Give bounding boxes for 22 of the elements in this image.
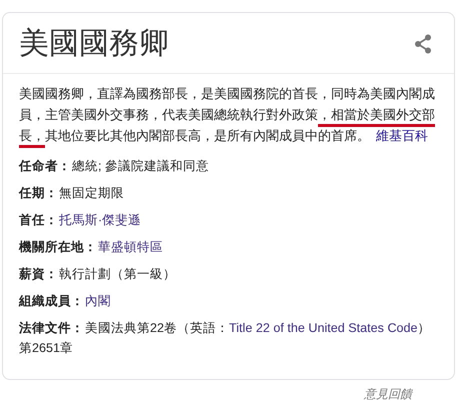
fact-label: 任命者： [19, 159, 71, 173]
source-link[interactable]: 維基百科 [376, 128, 428, 143]
fact-value: 無固定期限 [59, 186, 124, 200]
fact-link[interactable]: Title 22 of the United States Code [229, 321, 418, 335]
fact-link[interactable]: 華盛頓特區 [98, 240, 163, 254]
fact-value: 美國法典第22卷（英語： [85, 321, 230, 335]
fact-label: 組織成員： [19, 294, 84, 308]
fact-label: 薪資： [19, 267, 58, 281]
fact-label: 機關所在地： [19, 240, 97, 254]
fact-label: 任期： [19, 186, 58, 200]
panel-title: 美國國務卿 [19, 27, 169, 61]
fact-value: 執行計劃（第一級） [59, 267, 176, 281]
fact-value: 總統; 參議院建議和同意 [72, 159, 209, 173]
feedback-link[interactable]: 意見回饋 [364, 386, 412, 403]
fact-link[interactable]: 托馬斯·傑斐遜 [59, 213, 142, 227]
fact-value: ） [418, 321, 431, 335]
fact-label: 首任： [19, 213, 58, 227]
fact-value: 第2651章 [19, 341, 74, 355]
fact-link[interactable]: 內閣 [85, 294, 111, 308]
description-text: 美國國務卿，直譯為國務部長，是美國國務院的首長，同時為美國內閣成員，主管美國外交事務，代表美國總統執行對外政策，相當於美國外交部長，其地位要比其他內閣部長高，是所有內閣成員中的首席。 維基百科 [19, 83, 439, 146]
share-icon[interactable] [414, 34, 432, 54]
fact-label: 法律文件： [19, 321, 84, 335]
